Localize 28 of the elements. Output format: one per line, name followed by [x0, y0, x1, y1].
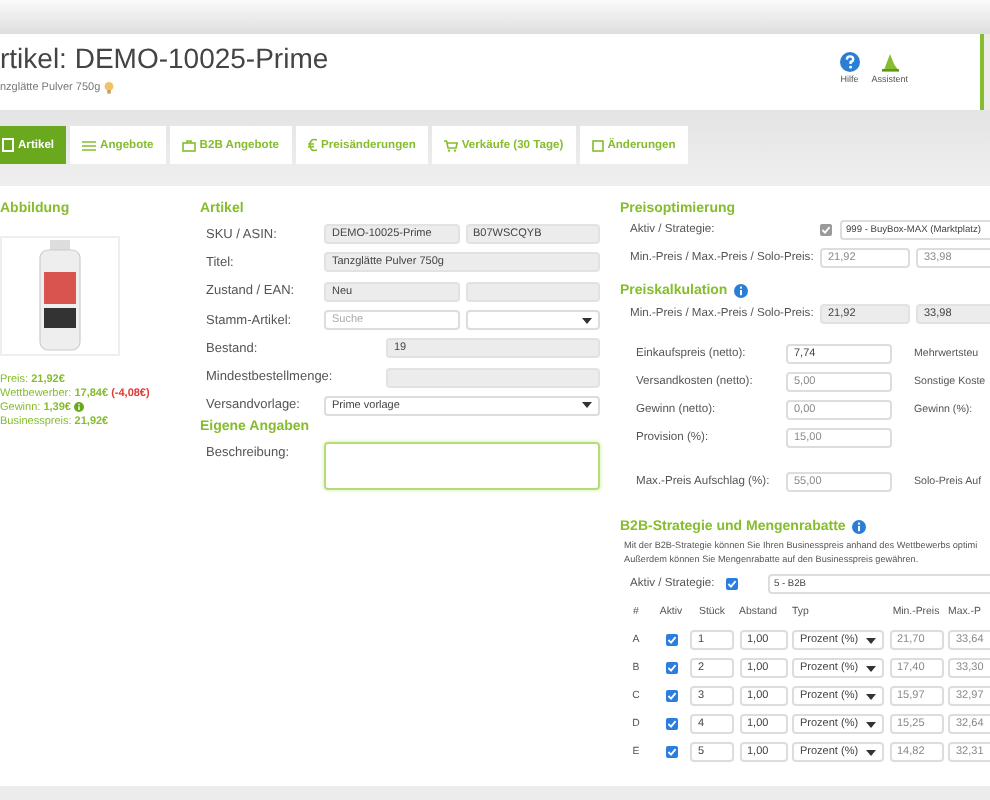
- info-icon: [74, 402, 85, 412]
- caret-icon: [866, 637, 876, 643]
- euro-icon: [307, 138, 318, 152]
- checkbox[interactable]: [665, 662, 677, 674]
- info-icon: [851, 520, 866, 534]
- lightbulb-icon: [104, 82, 115, 94]
- checkbox[interactable]: [665, 634, 677, 646]
- list-icon: [82, 139, 97, 151]
- cart-icon: [443, 139, 458, 151]
- wizard-hat-icon: [879, 52, 900, 72]
- caret-icon: [866, 721, 876, 727]
- caret-icon: [866, 693, 876, 699]
- caret-icon: [866, 665, 876, 671]
- document-icon: [2, 138, 14, 152]
- caret-icon: [582, 402, 592, 409]
- caret-icon: [866, 749, 876, 755]
- photo-placeholder: [0, 236, 120, 356]
- help-icon: [839, 52, 860, 72]
- checkbox[interactable]: [665, 746, 677, 758]
- info-icon: [733, 283, 748, 297]
- caret-icon: [582, 317, 592, 324]
- page-title: rtikel: DEMO-10025-Prime: [0, 40, 329, 76]
- checkbox[interactable]: [665, 690, 677, 702]
- briefcase-icon: [181, 139, 196, 151]
- input-field[interactable]: [465, 281, 600, 302]
- checkbox[interactable]: [726, 578, 738, 590]
- input-field[interactable]: [386, 367, 600, 388]
- checkbox[interactable]: [665, 718, 677, 730]
